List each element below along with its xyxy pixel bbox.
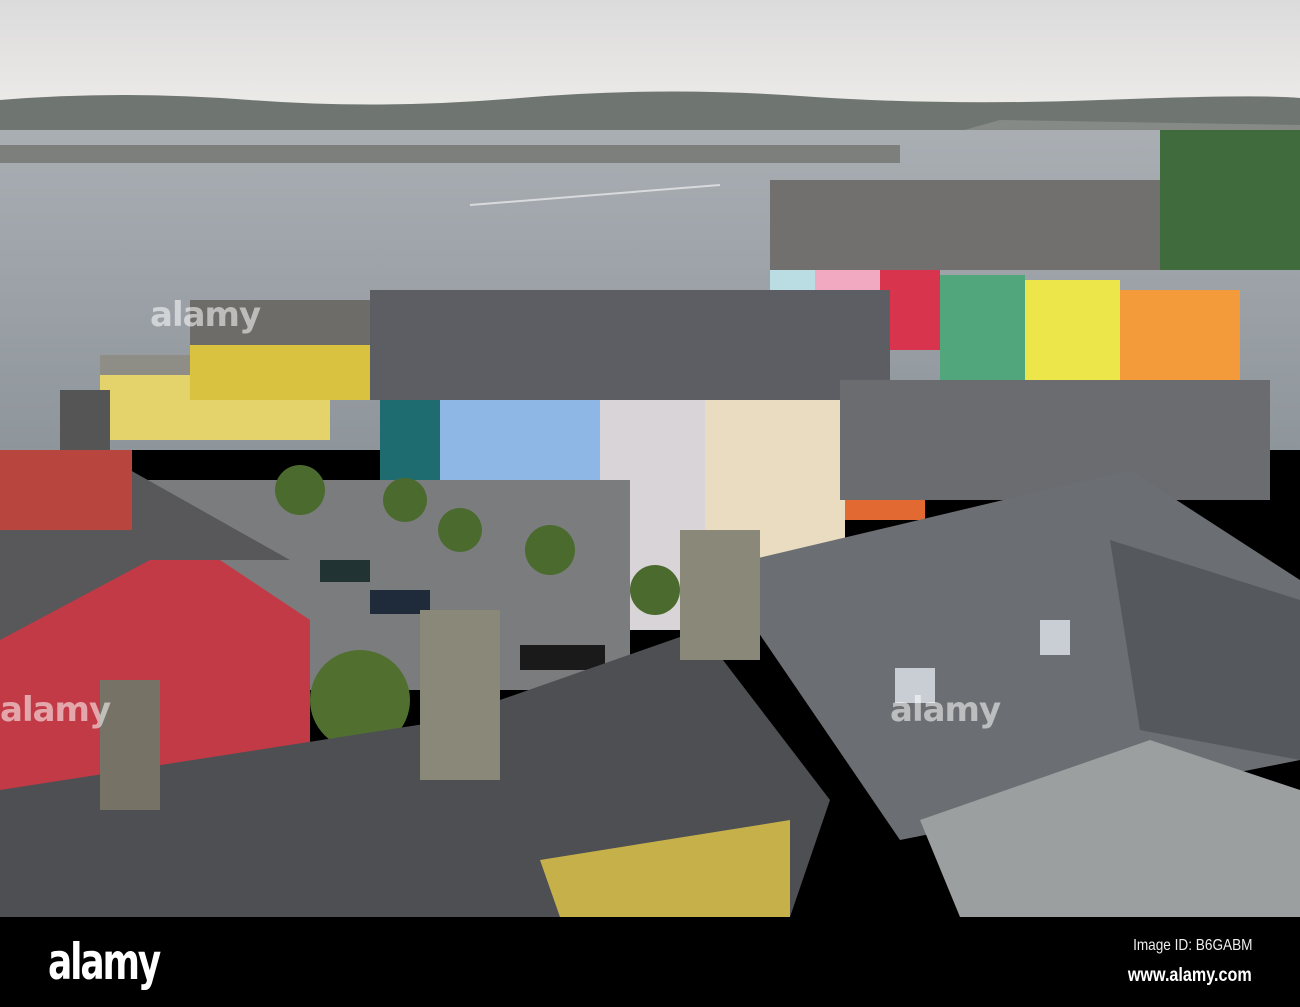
watermark: alamy	[0, 690, 111, 730]
alamy-logo: alamy	[48, 933, 161, 991]
website-link[interactable]: www.alamy.com	[1128, 965, 1252, 987]
watermark: alamy	[150, 295, 261, 335]
harbor-town-photo	[0, 0, 1300, 917]
footer-bar: alamy Image ID: B6GABM www.alamy.com	[0, 917, 1300, 1007]
image-id: Image ID: B6GABM	[1132, 937, 1252, 954]
watermark: alamy	[890, 690, 1001, 730]
